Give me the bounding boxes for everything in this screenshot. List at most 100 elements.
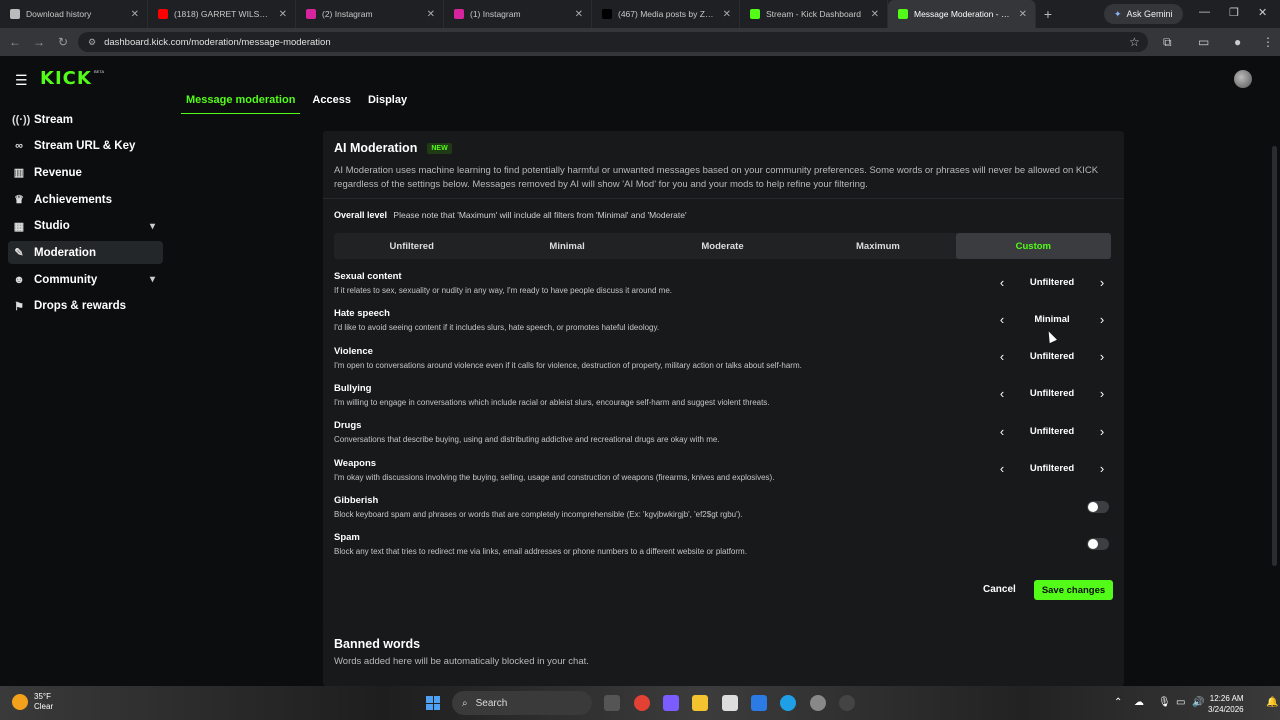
sidebar-item-drops-rewards[interactable]: ⚑ Drops & rewards: [8, 295, 163, 318]
tray-chevron-icon[interactable]: ⌃: [1114, 697, 1122, 708]
browser-tab[interactable]: Stream - Kick Dashboard ✕: [740, 0, 888, 28]
rule-name: Gibberish: [334, 494, 379, 506]
browser-tab[interactable]: (2) Instagram ✕: [296, 0, 444, 28]
browser-tab[interactable]: (1818) GARRET WILSON HIG ✕: [148, 0, 296, 28]
file-explorer-icon[interactable]: [692, 695, 708, 711]
maximize-icon[interactable]: ❐: [1229, 6, 1239, 19]
copilot-icon[interactable]: [663, 695, 679, 711]
browser-tab[interactable]: Download history ✕: [0, 0, 148, 28]
close-tab-icon[interactable]: ✕: [427, 9, 435, 20]
page-scrollbar[interactable]: [1272, 146, 1277, 566]
level-option-minimal[interactable]: Minimal: [489, 233, 644, 259]
instagram-icon: [454, 9, 464, 19]
close-tab-icon[interactable]: ✕: [575, 9, 583, 20]
level-option-moderate[interactable]: Moderate: [645, 233, 800, 259]
mic-icon[interactable]: 🎙: [1158, 697, 1171, 708]
sidebar-item-revenue[interactable]: ▥ Revenue: [8, 161, 163, 184]
close-window-icon[interactable]: ✕: [1258, 6, 1267, 19]
menu-dots-icon[interactable]: ⋮: [1262, 35, 1274, 49]
chevron-right-icon[interactable]: ›: [1094, 424, 1110, 439]
level-stepper: ‹ Unfiltered ›: [994, 348, 1110, 366]
grid-icon: ▦: [13, 220, 25, 233]
mail-icon[interactable]: [751, 695, 767, 711]
level-option-custom[interactable]: Custom: [955, 233, 1112, 259]
toggle-knob: [1088, 539, 1098, 550]
toggle-switch[interactable]: [1087, 538, 1109, 551]
start-menu-icon[interactable]: [426, 696, 440, 710]
volume-icon[interactable]: 🔊: [1192, 697, 1204, 708]
edge-icon[interactable]: [780, 695, 796, 711]
side-panel-icon[interactable]: ▭: [1198, 35, 1209, 49]
tab-access[interactable]: Access: [307, 92, 356, 114]
tab-display[interactable]: Display: [363, 92, 412, 114]
user-avatar[interactable]: [1234, 70, 1252, 88]
sidebar-item-label: Community: [34, 273, 98, 286]
tab-message-moderation[interactable]: Message moderation: [181, 92, 301, 114]
chevron-right-icon[interactable]: ›: [1094, 386, 1110, 401]
bookmark-star-icon[interactable]: ☆: [1129, 35, 1140, 49]
ask-gemini-button[interactable]: ✦ Ask Gemini: [1104, 4, 1183, 24]
level-option-unfiltered[interactable]: Unfiltered: [334, 233, 489, 259]
close-tab-icon[interactable]: ✕: [1019, 9, 1027, 20]
store-icon[interactable]: [722, 695, 738, 711]
taskbar-search[interactable]: ⌕ Search: [452, 691, 592, 715]
sidebar-item-community[interactable]: ☻ Community ▾: [8, 268, 163, 291]
chrome-icon[interactable]: [634, 695, 650, 711]
chevron-down-icon[interactable]: ▾: [150, 274, 155, 285]
close-tab-icon[interactable]: ✕: [279, 9, 287, 20]
cloud-icon[interactable]: ☁: [1134, 697, 1144, 708]
forward-icon[interactable]: →: [27, 35, 51, 49]
notification-bell-icon[interactable]: 🔔: [1266, 697, 1278, 708]
chevron-down-icon[interactable]: ▾: [150, 221, 155, 232]
sidebar-item-achievements[interactable]: ♛ Achievements: [8, 188, 163, 211]
close-tab-icon[interactable]: ✕: [131, 9, 139, 20]
sidebar-item-stream-url-key[interactable]: ∞ Stream URL & Key: [8, 135, 163, 158]
network-icon[interactable]: ▭: [1176, 697, 1185, 708]
minimize-icon[interactable]: —: [1199, 6, 1210, 18]
chevron-right-icon[interactable]: ›: [1094, 275, 1110, 290]
search-label: Search: [475, 697, 508, 709]
sidebar-item-label: Achievements: [34, 193, 112, 206]
chevron-left-icon[interactable]: ‹: [994, 386, 1010, 401]
beta-label: BETA: [94, 69, 105, 74]
url-field[interactable]: ⚙ dashboard.kick.com/moderation/message-…: [78, 32, 1148, 52]
browser-tab[interactable]: Message Moderation - Kick ✕: [888, 0, 1036, 28]
task-view-icon[interactable]: [604, 695, 620, 711]
chevron-left-icon[interactable]: ‹: [994, 424, 1010, 439]
reload-icon[interactable]: ↻: [51, 35, 75, 49]
sidebar-item-studio[interactable]: ▦ Studio ▾: [8, 215, 163, 238]
media-player-icon[interactable]: [839, 695, 855, 711]
back-icon[interactable]: ←: [3, 35, 27, 49]
chevron-right-icon[interactable]: ›: [1094, 349, 1110, 364]
save-changes-button[interactable]: Save changes: [1034, 580, 1113, 600]
chevron-left-icon[interactable]: ‹: [994, 349, 1010, 364]
close-tab-icon[interactable]: ✕: [723, 9, 731, 20]
app-icon[interactable]: [810, 695, 826, 711]
toggle-switch[interactable]: [1087, 500, 1109, 513]
profile-icon[interactable]: ●: [1234, 35, 1241, 49]
level-option-maximum[interactable]: Maximum: [800, 233, 955, 259]
taskbar-clock[interactable]: 12:26 AM 3/24/2026: [1208, 693, 1244, 715]
browser-tab[interactable]: (467) Media posts by ZOËN ✕: [592, 0, 740, 28]
site-info-icon[interactable]: ⚙: [88, 37, 96, 48]
sun-icon: [12, 694, 28, 710]
chart-icon: ▥: [13, 167, 25, 180]
chevron-left-icon[interactable]: ‹: [994, 312, 1010, 327]
hamburger-menu-icon[interactable]: ☰: [15, 72, 28, 89]
chevron-left-icon[interactable]: ‹: [994, 275, 1010, 290]
sidebar-item-stream[interactable]: ((·)) Stream: [8, 108, 163, 131]
sidebar-item-moderation[interactable]: ✎ Moderation: [8, 241, 163, 265]
new-tab-button[interactable]: +: [1036, 6, 1060, 22]
weather-widget[interactable]: 35°F Clear: [12, 692, 53, 712]
extensions-icon[interactable]: ⧉: [1163, 35, 1172, 50]
cancel-button[interactable]: Cancel: [983, 584, 1016, 595]
ask-gemini-label: Ask Gemini: [1126, 9, 1173, 19]
close-tab-icon[interactable]: ✕: [871, 9, 879, 20]
browser-tab[interactable]: (1) Instagram ✕: [444, 0, 592, 28]
kick-logo[interactable]: KICK: [40, 68, 92, 89]
chevron-right-icon[interactable]: ›: [1094, 461, 1110, 476]
chevron-left-icon[interactable]: ‹: [994, 461, 1010, 476]
gemini-icon: ✦: [1114, 8, 1122, 19]
users-icon: ☻: [13, 273, 25, 286]
chevron-right-icon[interactable]: ›: [1094, 312, 1110, 327]
